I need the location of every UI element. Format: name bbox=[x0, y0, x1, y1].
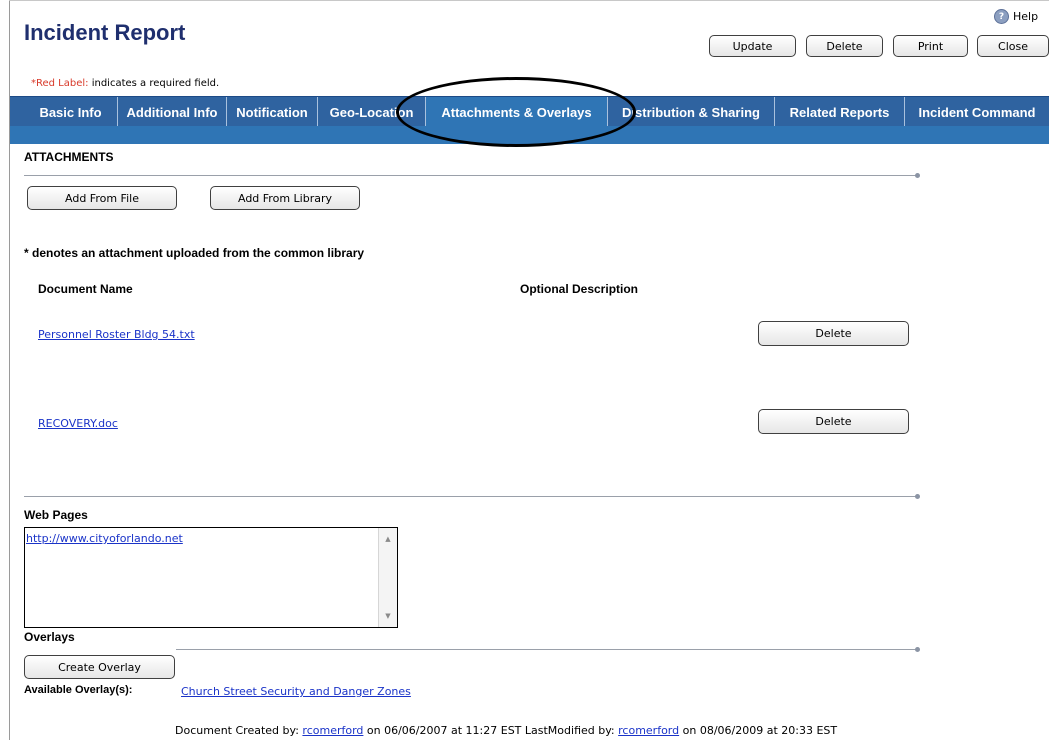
help-label: Help bbox=[1013, 10, 1039, 23]
highlight-ellipse bbox=[396, 77, 636, 147]
divider-end-dot bbox=[915, 173, 920, 178]
library-note: * denotes an attachment uploaded from th… bbox=[24, 246, 365, 260]
help-icon: ? bbox=[994, 9, 1009, 24]
overlay-link[interactable]: Church Street Security and Danger Zones bbox=[181, 685, 411, 698]
attachments-heading: ATTACHMENTS bbox=[24, 150, 114, 164]
tab-incident-command[interactable]: Incident Command bbox=[905, 97, 1049, 127]
attachments-divider bbox=[24, 175, 918, 176]
page-title: Incident Report bbox=[24, 20, 186, 45]
update-button[interactable]: Update bbox=[709, 35, 796, 57]
help-link[interactable]: ? Help bbox=[994, 9, 1038, 24]
footer-modified-on: on 08/06/2009 at 20:33 EST bbox=[679, 724, 838, 737]
overlays-divider bbox=[176, 649, 918, 650]
web-pages-scrollbar[interactable]: ▲ ▼ bbox=[378, 528, 397, 627]
document-footer: Document Created by: rcomerford on 06/06… bbox=[175, 724, 837, 737]
delete-report-button[interactable]: Delete bbox=[806, 35, 883, 57]
add-from-library-button[interactable]: Add From Library bbox=[210, 186, 360, 210]
add-from-file-button[interactable]: Add From File bbox=[27, 186, 177, 210]
required-label-red: *Red Label: bbox=[31, 78, 89, 89]
delete-attachment-button[interactable]: Delete bbox=[758, 409, 909, 434]
column-header-document-name: Document Name bbox=[38, 282, 133, 296]
tab-related-reports[interactable]: Related Reports bbox=[775, 97, 905, 127]
required-field-note: *Red Label: indicates a required field. bbox=[31, 78, 219, 89]
created-by-link[interactable]: rcomerford bbox=[302, 724, 363, 737]
tab-additional-info[interactable]: Additional Info bbox=[118, 97, 227, 127]
footer-created-prefix: Document Created by: bbox=[175, 724, 303, 737]
delete-attachment-button[interactable]: Delete bbox=[758, 321, 909, 346]
close-button[interactable]: Close bbox=[977, 35, 1049, 57]
column-header-optional-description: Optional Description bbox=[520, 282, 639, 296]
attachment-link[interactable]: Personnel Roster Bldg 54.txt bbox=[38, 328, 195, 341]
print-button[interactable]: Print bbox=[893, 35, 968, 57]
available-overlays-label: Available Overlay(s): bbox=[24, 684, 133, 696]
window-top-border bbox=[9, 0, 1049, 1]
tab-basic-info[interactable]: Basic Info bbox=[24, 97, 118, 127]
web-pages-heading: Web Pages bbox=[24, 508, 88, 522]
web-pages-list[interactable]: http://www.cityoforlando.net ▲ ▼ bbox=[24, 527, 398, 628]
tab-notification[interactable]: Notification bbox=[227, 97, 318, 127]
footer-created-on: on 06/06/2007 at 11:27 EST LastModified … bbox=[363, 724, 619, 737]
modified-by-link[interactable]: rcomerford bbox=[618, 724, 679, 737]
scroll-up-icon[interactable]: ▲ bbox=[379, 532, 397, 546]
required-label-text: indicates a required field. bbox=[88, 78, 220, 89]
create-overlay-button[interactable]: Create Overlay bbox=[24, 655, 175, 679]
overlays-heading: Overlays bbox=[24, 630, 75, 644]
divider-end-dot bbox=[915, 494, 920, 499]
web-pages-divider bbox=[24, 496, 918, 497]
scroll-down-icon[interactable]: ▼ bbox=[379, 609, 397, 623]
web-page-link[interactable]: http://www.cityoforlando.net bbox=[26, 532, 183, 545]
attachment-link[interactable]: RECOVERY.doc bbox=[38, 417, 118, 430]
divider-end-dot bbox=[915, 647, 920, 652]
